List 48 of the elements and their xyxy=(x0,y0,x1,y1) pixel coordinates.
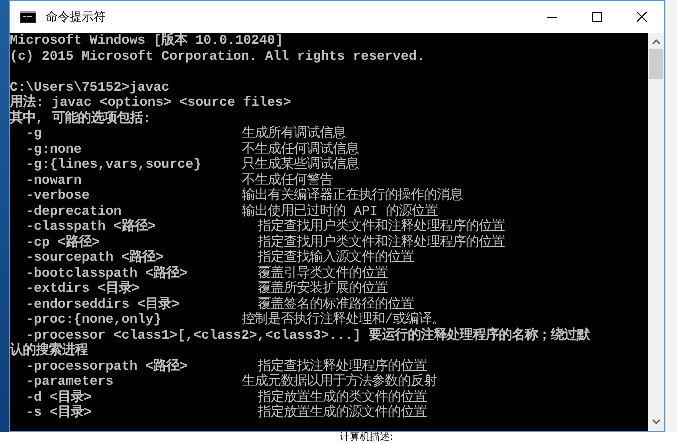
maximize-icon xyxy=(592,12,602,22)
option-description: 只生成某些调试信息 xyxy=(242,157,359,172)
option-name: -bootclasspath <路径> xyxy=(26,266,189,281)
option-name: -d <目录> xyxy=(26,390,93,405)
console-line: Microsoft Windows [版本 10.0.10240] xyxy=(10,33,284,48)
console-line: -processor <class1>[,<class2>,<class3>...] 要运行的注释处理程序的名称；绕过默 xyxy=(26,328,590,342)
option-name: -nowarn xyxy=(26,172,83,188)
option-name: -proc:{none,only} xyxy=(26,312,163,328)
option-name: -g xyxy=(26,126,43,142)
option-name: -extdirs <目录> xyxy=(26,281,141,296)
option-description: 指定查找输入源文件的位置 xyxy=(258,250,414,266)
scroll-thumb[interactable] xyxy=(649,49,663,79)
option-description: 不生成任何调试信息 xyxy=(242,142,359,156)
option-name: -processorpath <路径> xyxy=(26,358,189,374)
option-name: -sourcepath <路径> xyxy=(26,250,165,266)
option-description: 指定查找注释处理程序的位置 xyxy=(258,358,427,374)
option-description: 生成元数据以用于方法参数的反射 xyxy=(242,374,437,390)
window-title: 命令提示符 xyxy=(46,8,106,26)
option-description: 控制是否执行注释处理和/或编译。 xyxy=(242,312,445,327)
option-description: 指定放置生成的类文件的位置 xyxy=(258,390,427,404)
console-line: 用法: javac <options> <source files> xyxy=(10,95,292,110)
console-line: (c) 2015 Microsoft Corporation. All rights reserved. xyxy=(10,48,425,64)
option-name: -endorseddirs <目录> xyxy=(26,296,181,312)
option-name: -cp <路径> xyxy=(26,234,101,250)
option-description: 覆盖引导类文件的位置 xyxy=(258,266,388,280)
option-name: -parameters xyxy=(26,374,115,390)
close-icon xyxy=(636,12,646,22)
console-line: 认的搜索进程 xyxy=(10,343,88,358)
option-description: 输出有关编译器正在执行的操作的消息 xyxy=(242,188,463,204)
console-line: C:\Users\75152>javac xyxy=(10,80,170,94)
console-line: 其中, 可能的选项包括: xyxy=(10,110,151,126)
option-name: -g:none xyxy=(26,142,83,157)
console-icon xyxy=(20,11,36,23)
option-name: -s <目录> xyxy=(26,405,93,420)
option-description: 输出使用已过时的 API 的源位置 xyxy=(242,204,438,218)
option-name: -verbose xyxy=(26,188,91,204)
option-description: 指定放置生成的源文件的位置 xyxy=(258,405,427,420)
option-description: 覆盖签名的标准路径的位置 xyxy=(258,296,414,312)
option-description: 指定查找用户类文件和注释处理程序的位置 xyxy=(258,219,505,234)
option-name: -g:{lines,vars,source} xyxy=(26,157,203,172)
scrollbar[interactable] xyxy=(648,33,664,431)
option-description: 不生成任何警告 xyxy=(242,172,333,188)
option-description: 生成所有调试信息 xyxy=(242,126,346,142)
option-name: -classpath <路径> xyxy=(26,219,157,234)
option-name: -deprecation xyxy=(26,204,122,219)
option-description: 指定查找用户类文件和注释处理程序的位置 xyxy=(258,234,505,250)
option-description: 覆盖所安装扩展的位置 xyxy=(258,281,388,296)
background-text: 计算机描述: xyxy=(340,432,394,443)
